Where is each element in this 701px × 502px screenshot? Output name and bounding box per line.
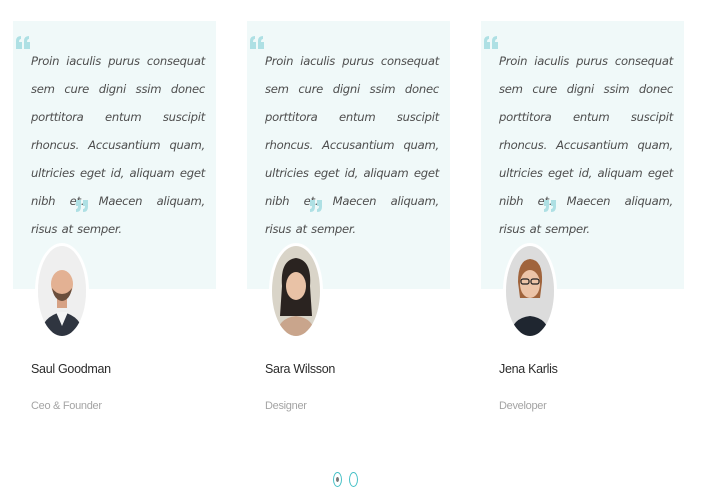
testimonials-slider: Proin iaculis purus consequat sem cure d… <box>0 0 701 502</box>
quote-left-icon <box>484 36 498 49</box>
pagination-dot-1[interactable] <box>333 472 342 487</box>
quote-left-icon <box>16 36 30 49</box>
testimonial-role: Designer <box>265 400 307 412</box>
testimonial-card: Proin iaculis purus consequat sem cure d… <box>481 21 684 451</box>
quote-box: Proin iaculis purus consequat sem cure d… <box>481 21 684 289</box>
testimonial-name: Sara Wilsson <box>265 362 336 376</box>
testimonial-name: Jena Karlis <box>499 362 558 376</box>
quote-left-icon <box>250 36 264 49</box>
avatar <box>503 243 557 339</box>
testimonial-name: Saul Goodman <box>31 362 111 376</box>
quote-right-icon <box>544 200 556 212</box>
testimonial-role: Developer <box>499 400 547 412</box>
testimonial-card: Proin iaculis purus consequat sem cure d… <box>13 21 216 451</box>
quote-right-icon <box>76 200 88 212</box>
quote-text: Proin iaculis purus consequat sem cure d… <box>265 54 439 236</box>
quote-box: Proin iaculis purus consequat sem cure d… <box>247 21 450 289</box>
avatar <box>269 243 323 339</box>
quote-text: Proin iaculis purus consequat sem cure d… <box>499 54 673 236</box>
slider-pagination <box>332 472 362 489</box>
quote-box: Proin iaculis purus consequat sem cure d… <box>13 21 216 289</box>
pagination-dot-2[interactable] <box>349 472 358 487</box>
quote-right-icon <box>310 200 322 212</box>
testimonial-card: Proin iaculis purus consequat sem cure d… <box>247 21 450 451</box>
avatar <box>35 243 89 339</box>
testimonial-role: Ceo & Founder <box>31 400 102 412</box>
quote-text: Proin iaculis purus consequat sem cure d… <box>31 54 205 236</box>
